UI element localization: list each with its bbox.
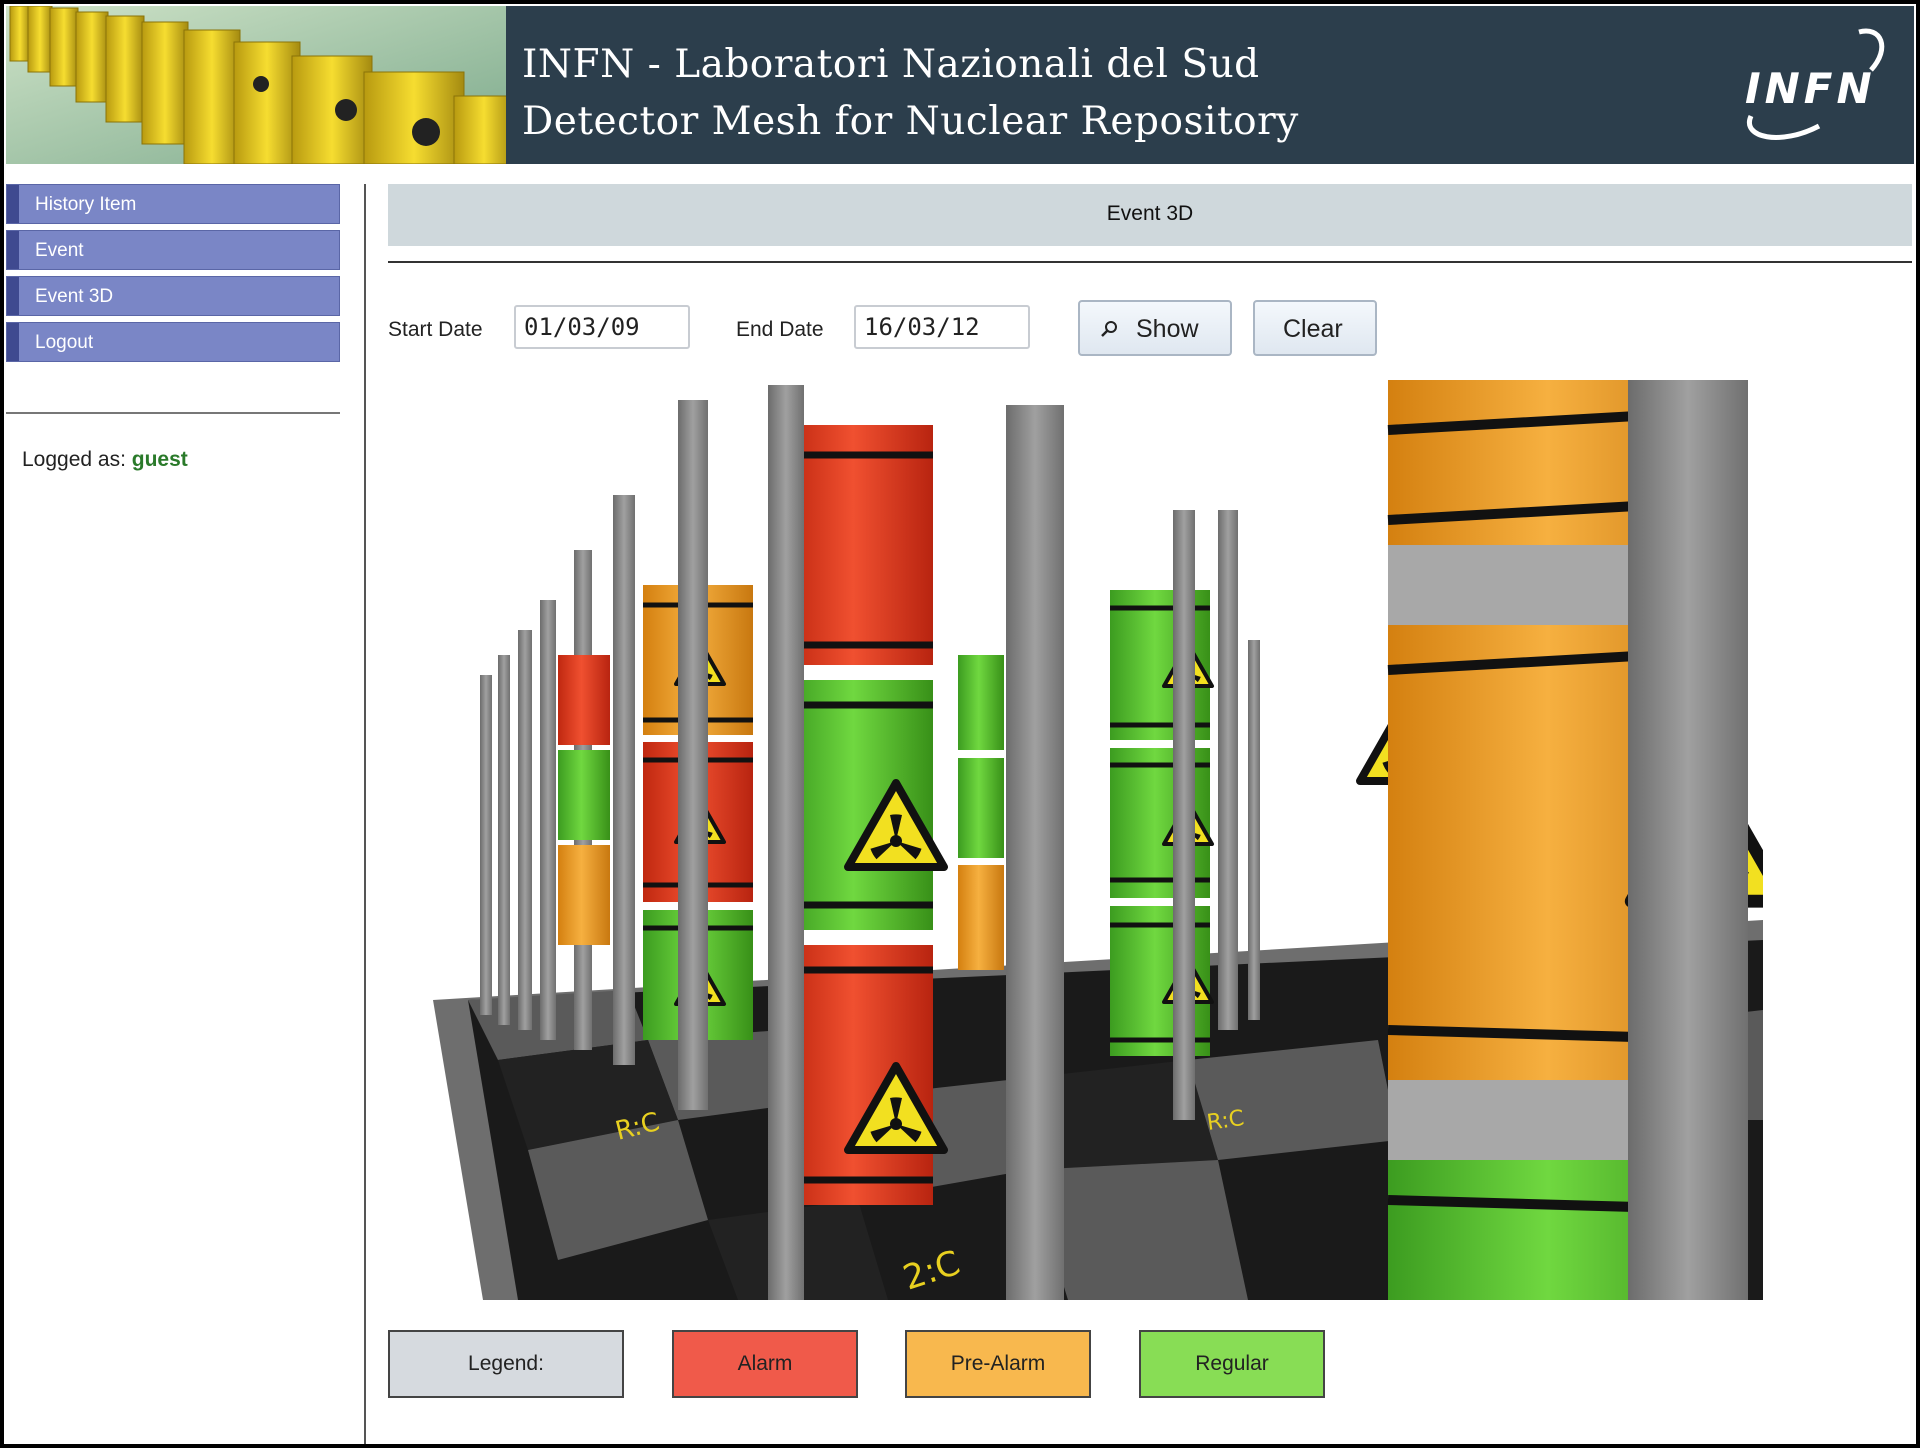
logged-user-name: guest	[131, 448, 188, 471]
header-title: INFN - Laboratori Nazionali del Sud Dete…	[522, 36, 1299, 150]
panel-title-rule	[388, 261, 1912, 263]
clear-button[interactable]: Clear	[1253, 300, 1377, 356]
header-title-line1: INFN - Laboratori Nazionali del Sud	[522, 42, 1260, 87]
end-date-input[interactable]	[854, 305, 1030, 349]
sidebar-item-event-3d[interactable]: Event 3D	[6, 276, 340, 316]
logged-as-status: Logged as: guest	[22, 448, 188, 472]
detector-pole	[1006, 405, 1064, 1300]
detector-pole	[678, 400, 708, 1110]
legend-regular: Regular	[1139, 1330, 1325, 1398]
clear-button-label: Clear	[1283, 315, 1343, 343]
legend-alarm: Alarm	[672, 1330, 858, 1398]
infn-logo-text: INFN	[1745, 64, 1876, 113]
start-date-label: Start Date	[388, 318, 483, 341]
sidebar-item-history-item[interactable]: History Item	[6, 184, 340, 224]
sidebar-menu: History Item Event Event 3D Logout	[6, 184, 340, 368]
show-button[interactable]: Show	[1078, 300, 1232, 356]
sidebar-separator	[364, 184, 366, 1444]
floor-label: R:C	[1205, 1106, 1246, 1136]
search-icon	[1101, 321, 1117, 337]
sidebar-item-logout[interactable]: Logout	[6, 322, 340, 362]
panel-title: Event 3D	[1106, 202, 1194, 225]
detector-pole	[1628, 380, 1748, 1300]
sidebar-item-label: Event	[35, 240, 84, 261]
legend-title: Legend:	[388, 1330, 624, 1398]
header-title-line2: Detector Mesh for Nuclear Repository	[522, 99, 1299, 144]
panel-title-bar: Event 3D	[388, 184, 1912, 246]
legend-pre-alarm: Pre-Alarm	[905, 1330, 1091, 1398]
sidebar-item-label: Logout	[35, 332, 94, 353]
header-barrels-photo	[6, 6, 506, 164]
show-button-label: Show	[1136, 315, 1199, 343]
app-header: INFN - Laboratori Nazionali del Sud Dete…	[6, 6, 1914, 164]
logged-as-label: Logged as:	[22, 448, 126, 471]
sidebar-item-event[interactable]: Event	[6, 230, 340, 270]
sidebar-item-label: History Item	[35, 194, 137, 215]
end-date-label: End Date	[736, 318, 824, 341]
start-date-input[interactable]	[514, 305, 690, 349]
infn-logo: INFN	[1741, 18, 1891, 150]
detector-pole	[1173, 510, 1195, 1120]
sidebar-item-label: Event 3D	[35, 286, 114, 307]
sidebar-divider	[6, 412, 340, 414]
detector-pole	[768, 385, 804, 1300]
event-3d-view[interactable]: R:C R:C 2:C	[388, 380, 1763, 1300]
